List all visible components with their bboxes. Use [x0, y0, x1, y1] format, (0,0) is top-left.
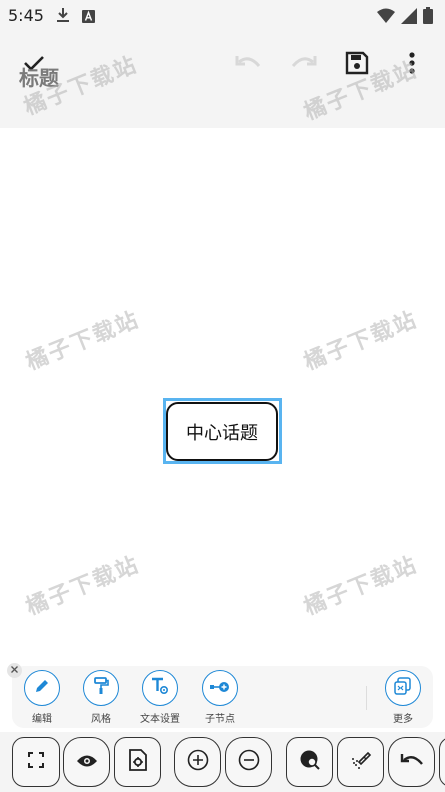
page-title[interactable]: 标题 — [19, 62, 59, 91]
undo-button[interactable] — [233, 49, 265, 81]
style-action[interactable]: 风格 — [71, 670, 131, 725]
save-icon — [345, 51, 369, 79]
more-vert-icon — [409, 52, 415, 78]
edit-label: 编辑 — [32, 714, 52, 725]
style-label: 风格 — [91, 714, 111, 725]
mindmap-canvas[interactable]: 橘子下载站 橘子下载站 橘子下载站 橘子下载站 橘子下载站 橘子下载站 中心话题 — [0, 52, 445, 658]
signal-icon — [401, 7, 417, 28]
zoom-in-icon — [187, 749, 209, 775]
text-settings-label: 文本设置 — [140, 714, 180, 725]
magic-brush-icon — [350, 749, 372, 775]
text-settings-icon — [151, 677, 169, 699]
magic-brush-button[interactable] — [337, 737, 384, 787]
more-menu-button[interactable] — [396, 49, 428, 81]
wifi-icon — [377, 8, 395, 28]
panel-divider — [366, 686, 367, 710]
status-notification-icons — [56, 7, 95, 27]
edit-action[interactable]: 编辑 — [12, 670, 72, 725]
paint-roller-icon — [93, 677, 109, 699]
zoom-in-button[interactable] — [174, 737, 221, 787]
child-node-label: 子节点 — [205, 714, 235, 725]
zoom-out-button[interactable] — [225, 737, 272, 787]
child-node-action[interactable]: 子节点 — [190, 670, 250, 725]
redo-icon — [289, 53, 317, 77]
doc-settings-icon — [128, 749, 147, 775]
undo-icon — [400, 752, 424, 772]
edit-button[interactable] — [24, 670, 60, 706]
redo-button[interactable] — [287, 49, 319, 81]
status-bar: 5:45 — [0, 0, 445, 32]
undo-icon — [235, 53, 263, 77]
save-button[interactable] — [341, 49, 373, 81]
watermark: 橘子下载站 — [22, 307, 144, 376]
fullscreen-icon — [28, 752, 44, 772]
center-topic-node[interactable]: 中心话题 — [166, 402, 278, 461]
child-node-icon — [210, 679, 230, 698]
search-globe-icon — [299, 749, 321, 775]
more-label: 更多 — [393, 714, 413, 725]
text-settings-button[interactable] — [142, 670, 178, 706]
download-icon — [56, 7, 70, 27]
overflow-toolbar-button[interactable] — [439, 737, 445, 787]
eye-icon — [76, 753, 98, 772]
child-node-button[interactable] — [202, 670, 238, 706]
text-settings-action[interactable]: 文本设置 — [130, 670, 190, 725]
watermark: 橘子下载站 — [300, 552, 422, 621]
document-settings-button[interactable] — [114, 737, 161, 787]
more-action[interactable]: 更多 — [373, 670, 433, 725]
fullscreen-button[interactable] — [12, 737, 60, 787]
watermark: 橘子下载站 — [22, 552, 144, 621]
more-icon — [394, 677, 412, 699]
bottom-undo-button[interactable] — [388, 737, 435, 787]
style-button[interactable] — [83, 670, 119, 706]
preview-button[interactable] — [63, 737, 110, 787]
pencil-icon — [34, 678, 50, 698]
status-system-icons — [377, 7, 433, 28]
a-box-icon — [82, 8, 95, 27]
status-time: 5:45 — [8, 6, 44, 25]
more-button[interactable] — [385, 670, 421, 706]
watermark: 橘子下载站 — [300, 307, 422, 376]
battery-icon — [423, 7, 433, 28]
center-topic-label: 中心话题 — [186, 422, 258, 444]
top-toolbar — [0, 32, 445, 128]
search-button[interactable] — [286, 737, 333, 787]
zoom-out-icon — [238, 749, 260, 775]
